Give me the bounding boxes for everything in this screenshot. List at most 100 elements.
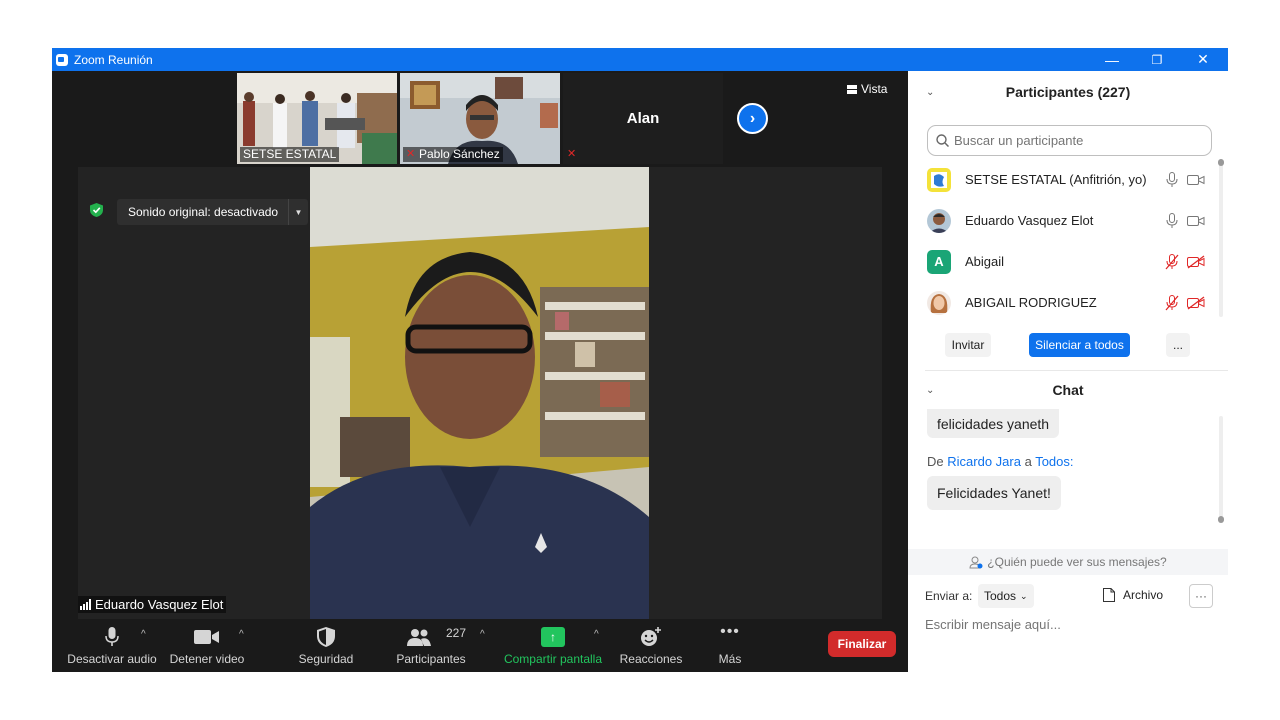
participants-icon xyxy=(407,629,431,646)
signal-strength-icon xyxy=(80,599,91,610)
avatar xyxy=(927,167,951,192)
reactions-label: Reacciones xyxy=(619,652,683,666)
security-shield-icon xyxy=(317,627,335,647)
caret-down-icon[interactable]: ▼ xyxy=(288,199,308,225)
view-button[interactable]: Vista xyxy=(847,82,887,96)
participant-row[interactable]: A Abigail xyxy=(908,241,1228,282)
more-button[interactable]: ••• Más xyxy=(704,619,756,672)
zoom-app-icon xyxy=(56,53,68,66)
participant-row[interactable]: ABIGAIL RODRIGUEZ xyxy=(908,282,1228,323)
video-options-caret-icon[interactable]: ^ xyxy=(239,629,244,640)
file-button[interactable]: Archivo xyxy=(1103,588,1163,602)
chevron-right-icon: › xyxy=(749,109,756,127)
video-off-icon[interactable] xyxy=(1187,254,1205,269)
avatar xyxy=(927,208,951,233)
video-camera-icon[interactable] xyxy=(1187,214,1205,228)
security-button[interactable]: Seguridad xyxy=(286,619,366,672)
participants-options-caret-icon[interactable]: ^ xyxy=(480,629,485,640)
reactions-emoji-icon xyxy=(641,627,661,646)
avatar: A xyxy=(927,249,951,274)
person-icon xyxy=(969,556,983,568)
mute-audio-button[interactable]: Desactivar audio xyxy=(60,619,164,672)
participant-thumbnail[interactable]: Pablo Sánchez ✕ xyxy=(400,73,560,164)
original-sound-button[interactable]: Sonido original: desactivado ▼ xyxy=(117,199,308,225)
muted-microphone-icon[interactable] xyxy=(1165,253,1179,270)
minimize-button[interactable]: — xyxy=(1089,48,1135,71)
close-button[interactable]: ✕ xyxy=(1180,48,1226,71)
participants-title: Participantes (227) xyxy=(1005,84,1131,100)
chat-scrollbar[interactable] xyxy=(1219,416,1223,517)
next-page-button[interactable]: › xyxy=(737,103,768,134)
participants-count: 227 xyxy=(446,626,467,640)
chat-header: ⌄ Chat xyxy=(908,369,1228,411)
search-input[interactable] xyxy=(954,133,1194,148)
microphone-icon xyxy=(105,627,119,646)
mute-all-button[interactable]: Silenciar a todos xyxy=(1029,333,1130,357)
chat-message: felicidades yaneth xyxy=(927,409,1060,438)
who-can-see-link[interactable]: ¿Quién puede ver sus mensajes? xyxy=(908,549,1228,575)
end-meeting-button[interactable]: Finalizar xyxy=(828,631,896,657)
participant-name: Eduardo Vasquez Elot xyxy=(965,213,1094,228)
file-icon xyxy=(1103,588,1115,602)
meeting-area: SETSE ESTATAL Pablo Sánchez ✕ Alan ✕ › V… xyxy=(52,71,908,672)
participant-row[interactable]: Eduardo Vasquez Elot xyxy=(908,200,1228,241)
chat-scroll-thumb[interactable] xyxy=(1218,516,1224,523)
chat-message: Felicidades Yanet! xyxy=(927,476,1061,510)
participant-name: SETSE ESTATAL (Anfitrión, yo) xyxy=(965,172,1147,187)
sender-prefix: De xyxy=(927,454,944,469)
collapse-chevron-icon[interactable]: ⌄ xyxy=(926,87,934,98)
participant-name: ABIGAIL RODRIGUEZ xyxy=(965,295,1097,310)
original-sound-label: Sonido original: desactivado xyxy=(128,205,279,219)
security-label: Seguridad xyxy=(298,652,354,666)
thumbnail-name: Alan xyxy=(626,110,660,127)
muted-mic-icon: ✕ xyxy=(567,148,577,160)
chat-more-button[interactable]: ··· xyxy=(1189,584,1213,608)
participants-list: SETSE ESTATAL (Anfitrión, yo) Eduardo Va… xyxy=(908,159,1228,323)
share-options-caret-icon[interactable]: ^ xyxy=(594,629,599,640)
reactions-button[interactable]: Reacciones xyxy=(615,619,687,672)
participant-search[interactable] xyxy=(927,125,1212,156)
mute-audio-label: Desactivar audio xyxy=(67,652,157,666)
chevron-down-icon: ⌄ xyxy=(1020,590,1028,601)
participants-more-button[interactable]: ... xyxy=(1166,333,1190,357)
stop-video-button[interactable]: Detener video xyxy=(164,619,250,672)
recipient-name[interactable]: Todos: xyxy=(1035,454,1073,469)
share-screen-icon: ↑ xyxy=(541,627,565,647)
collapse-chevron-icon[interactable]: ⌄ xyxy=(926,385,934,396)
send-to-value: Todos xyxy=(984,589,1017,603)
muted-mic-icon: ✕ xyxy=(406,148,416,160)
zoom-window: Zoom Reunión — ❐ ✕ SETSE ESTATAL Pablo S… xyxy=(52,48,1228,672)
meeting-toolbar: Desactivar audio ^ Detener video ^ Segur… xyxy=(52,619,908,672)
chat-message-input[interactable] xyxy=(925,617,1205,632)
send-to-label: Enviar a: xyxy=(925,589,973,603)
microphone-icon[interactable] xyxy=(1165,212,1179,229)
muted-microphone-icon[interactable] xyxy=(1165,294,1179,311)
side-panel: ⌄ Participantes (227) SETSE ESTATAL (Anf… xyxy=(908,71,1228,672)
restore-button[interactable]: ❐ xyxy=(1134,48,1180,71)
view-label: Vista xyxy=(861,82,888,96)
invite-button[interactable]: Invitar xyxy=(945,333,991,357)
participant-thumbnail[interactable]: SETSE ESTATAL xyxy=(237,73,397,164)
video-off-icon[interactable] xyxy=(1187,295,1205,310)
microphone-icon[interactable] xyxy=(1165,171,1179,188)
video-camera-icon[interactable] xyxy=(1187,173,1205,187)
search-icon xyxy=(936,134,949,147)
send-to-select[interactable]: Todos ⌄ xyxy=(978,584,1034,608)
sender-name[interactable]: Ricardo Jara xyxy=(947,454,1021,469)
audio-options-caret-icon[interactable]: ^ xyxy=(141,629,146,640)
file-label: Archivo xyxy=(1123,588,1164,602)
more-label: Más xyxy=(718,652,742,666)
speaker-video-image xyxy=(310,167,649,620)
active-speaker-label: Eduardo Vasquez Elot xyxy=(78,596,227,613)
chat-title: Chat xyxy=(1052,382,1084,398)
stop-video-label: Detener video xyxy=(169,652,245,666)
participant-row[interactable]: SETSE ESTATAL (Anfitrión, yo) xyxy=(908,159,1228,200)
window-title: Zoom Reunión xyxy=(74,52,153,67)
participants-button[interactable]: 227 Participantes xyxy=(388,619,474,672)
sender-connector: a xyxy=(1024,454,1032,469)
chat-message-sender: De Ricardo Jara a Todos: xyxy=(927,454,1074,469)
share-screen-label: Compartir pantalla xyxy=(503,652,603,666)
share-screen-button[interactable]: ↑ Compartir pantalla xyxy=(500,619,606,672)
thumbnail-name: SETSE ESTATAL xyxy=(240,147,340,162)
participant-thumbnail[interactable]: Alan ✕ xyxy=(563,73,723,164)
